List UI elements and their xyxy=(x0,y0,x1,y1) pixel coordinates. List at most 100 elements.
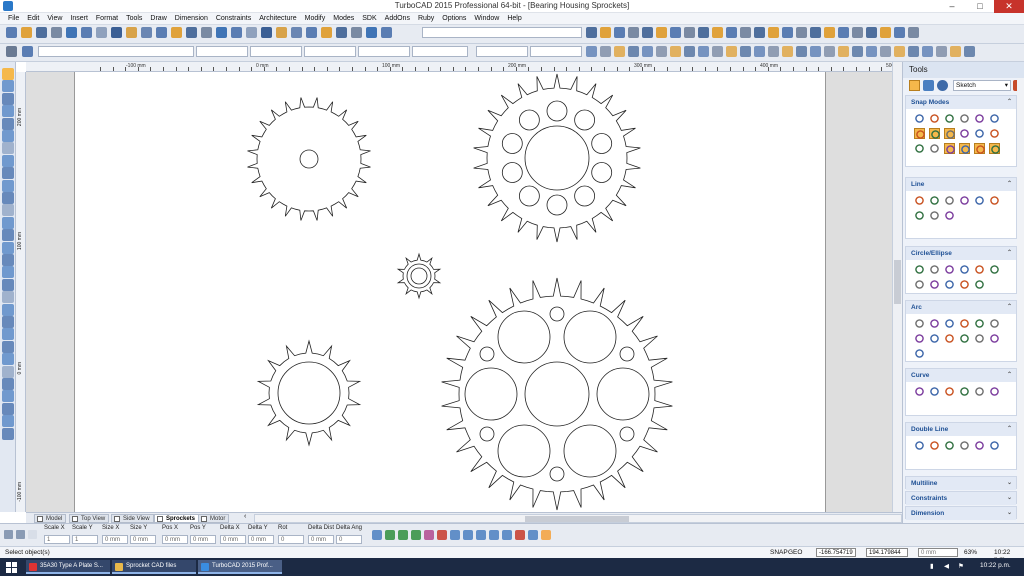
palette-tool-icon[interactable] xyxy=(944,279,955,290)
draw-tool-icon[interactable] xyxy=(2,105,14,118)
select-arrow-icon[interactable] xyxy=(2,68,14,80)
palette-tool-icon[interactable] xyxy=(929,195,940,206)
palette-tool-icon[interactable] xyxy=(959,195,970,206)
palette-tool-icon[interactable] xyxy=(914,318,925,329)
delete-icon[interactable] xyxy=(16,530,25,539)
draw-tool-icon[interactable] xyxy=(2,353,14,366)
palette-tool-icon[interactable] xyxy=(989,386,1000,397)
palette-tool-icon[interactable] xyxy=(974,113,985,124)
property-dropdown[interactable] xyxy=(304,46,356,57)
toolbar-tool-icon[interactable] xyxy=(306,27,317,38)
palette-tool-icon[interactable] xyxy=(914,128,925,139)
toolbar-tool-icon[interactable] xyxy=(894,27,905,38)
palette-section-header[interactable]: Line ⌃ xyxy=(906,178,1016,191)
edit-tool-icon[interactable] xyxy=(782,46,793,57)
sprocket-outline[interactable] xyxy=(441,277,673,511)
toolbar-tool-icon[interactable] xyxy=(880,27,891,38)
palette-tool-icon[interactable] xyxy=(974,386,985,397)
toolbar-tool-icon[interactable] xyxy=(684,27,695,38)
menu-format[interactable]: Format xyxy=(92,13,122,25)
drawing-canvas[interactable] xyxy=(26,72,892,512)
workspace-mode-select[interactable]: Sketch ▾ xyxy=(953,80,1011,91)
toolbar-tool-icon[interactable] xyxy=(600,27,611,38)
menu-dimension[interactable]: Dimension xyxy=(171,13,212,25)
lightening-hole[interactable] xyxy=(563,310,617,364)
snap-mode-icon[interactable] xyxy=(502,530,512,540)
toolbar-tool-icon[interactable] xyxy=(66,27,77,38)
toolbar-tool-icon[interactable] xyxy=(6,27,17,38)
scroll-thumb[interactable] xyxy=(525,516,629,522)
tray-network-icon[interactable]: ▮ xyxy=(930,562,934,570)
collapse-icon[interactable]: ⌃ xyxy=(1007,423,1012,436)
collapse-icon[interactable]: ⌃ xyxy=(1007,96,1012,109)
draw-tool-icon[interactable] xyxy=(2,340,14,353)
toolbar-tool-icon[interactable] xyxy=(712,27,723,38)
palette-tool-icon[interactable] xyxy=(944,318,955,329)
toolbar-tool-icon[interactable] xyxy=(141,27,152,38)
lightening-hole[interactable] xyxy=(596,367,650,421)
tab-scroll-left-icon[interactable]: ‹ xyxy=(244,513,246,520)
toolbar-tool-icon[interactable] xyxy=(36,27,47,38)
draw-tool-icon[interactable] xyxy=(2,142,14,155)
edit-tool-icon[interactable] xyxy=(964,46,975,57)
palette-tool-icon[interactable] xyxy=(914,386,925,397)
draw-tool-icon[interactable] xyxy=(2,254,14,266)
snap-mode-icon[interactable] xyxy=(385,530,395,540)
palette-tool-icon[interactable] xyxy=(929,264,940,275)
minimize-button[interactable]: – xyxy=(938,0,966,13)
lightening-hole[interactable] xyxy=(574,109,596,131)
sprocket-outline[interactable] xyxy=(396,252,442,300)
tab-motor[interactable]: Motor xyxy=(198,514,230,523)
palette-tool-icon[interactable] xyxy=(929,128,940,139)
snap-mode-icon[interactable] xyxy=(372,530,382,540)
select-mode-icon[interactable] xyxy=(4,530,13,539)
menu-file[interactable]: File xyxy=(0,13,23,25)
property-dropdown[interactable] xyxy=(196,46,248,57)
palette-tool-icon[interactable] xyxy=(944,440,955,451)
toolbar-tool-icon[interactable] xyxy=(111,27,122,38)
edit-tool-icon[interactable] xyxy=(754,46,765,57)
edit-tool-icon[interactable] xyxy=(656,46,667,57)
snap-mode-icon[interactable] xyxy=(437,530,447,540)
horizontal-scrollbar[interactable] xyxy=(254,514,902,523)
edit-tool-icon[interactable] xyxy=(684,46,695,57)
tab-sprockets[interactable]: Sprockets xyxy=(154,514,200,523)
inspector-field[interactable]: Rot 0 xyxy=(278,525,304,544)
snap-mode-icon[interactable] xyxy=(476,530,486,540)
palette-tool-icon[interactable] xyxy=(974,440,985,451)
inspector-field[interactable]: Delta Ang 0 xyxy=(336,525,362,544)
edit-tool-icon[interactable] xyxy=(810,46,821,57)
scroll-thumb[interactable] xyxy=(894,260,901,304)
snap-mode-icon[interactable] xyxy=(489,530,499,540)
draw-tool-icon[interactable] xyxy=(2,278,14,291)
tab-model[interactable]: Model xyxy=(34,514,67,523)
edit-tool-icon[interactable] xyxy=(768,46,779,57)
command-dropdown[interactable] xyxy=(422,27,582,38)
draw-tool-icon[interactable] xyxy=(2,204,14,217)
palette-tool-icon[interactable] xyxy=(944,143,955,154)
sprocket-outline[interactable] xyxy=(247,97,371,221)
edit-tool-icon[interactable] xyxy=(586,46,597,57)
lightening-hole[interactable] xyxy=(546,194,568,216)
edit-tool-icon[interactable] xyxy=(628,46,639,57)
edit-tool-icon[interactable] xyxy=(614,46,625,57)
draw-tool-icon[interactable] xyxy=(2,92,14,105)
menu-edit[interactable]: Edit xyxy=(23,13,43,25)
sprocket-bore[interactable] xyxy=(524,361,590,427)
small-hole[interactable] xyxy=(479,426,495,442)
palette-tool-icon[interactable] xyxy=(974,195,985,206)
palette-tool-icon[interactable] xyxy=(944,386,955,397)
palette-tool-icon[interactable] xyxy=(959,386,970,397)
lightening-hole[interactable] xyxy=(501,162,523,183)
draw-tool-icon[interactable] xyxy=(2,427,14,440)
palette-tool-icon[interactable] xyxy=(974,128,985,139)
inspector-field-value[interactable]: 0 mm xyxy=(308,535,334,544)
edit-tool-icon[interactable] xyxy=(712,46,723,57)
snap-mode-icon[interactable] xyxy=(541,530,551,540)
lightening-hole[interactable] xyxy=(518,185,540,207)
edit-tool-icon[interactable] xyxy=(824,46,835,57)
collapse-icon[interactable]: ⌃ xyxy=(1007,247,1012,260)
palette-tool-icon[interactable] xyxy=(944,128,955,139)
tab-top-view[interactable]: Top View xyxy=(69,514,110,523)
inspector-field-value[interactable]: 1 xyxy=(72,535,98,544)
